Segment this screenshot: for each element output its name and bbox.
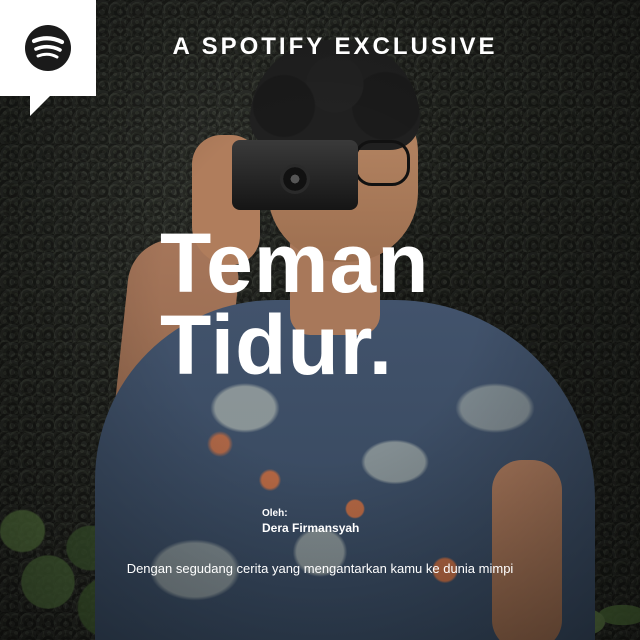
- show-description: Dengan segudang cerita yang mengantarkan…: [126, 561, 514, 576]
- show-title-line-2: Tidur.: [160, 298, 394, 392]
- badge-speech-tail: [30, 94, 52, 116]
- show-title: Teman Tidur.: [160, 216, 430, 392]
- exclusive-label: A SPOTIFY EXCLUSIVE: [172, 33, 498, 60]
- author-name: Dera Firmansyah: [262, 521, 360, 535]
- podcast-cover-art: A SPOTIFY EXCLUSIVE Teman Tidur. Oleh: D…: [0, 0, 640, 640]
- show-title-line-1: Teman: [160, 216, 430, 310]
- author-prefix: Oleh:: [262, 508, 288, 519]
